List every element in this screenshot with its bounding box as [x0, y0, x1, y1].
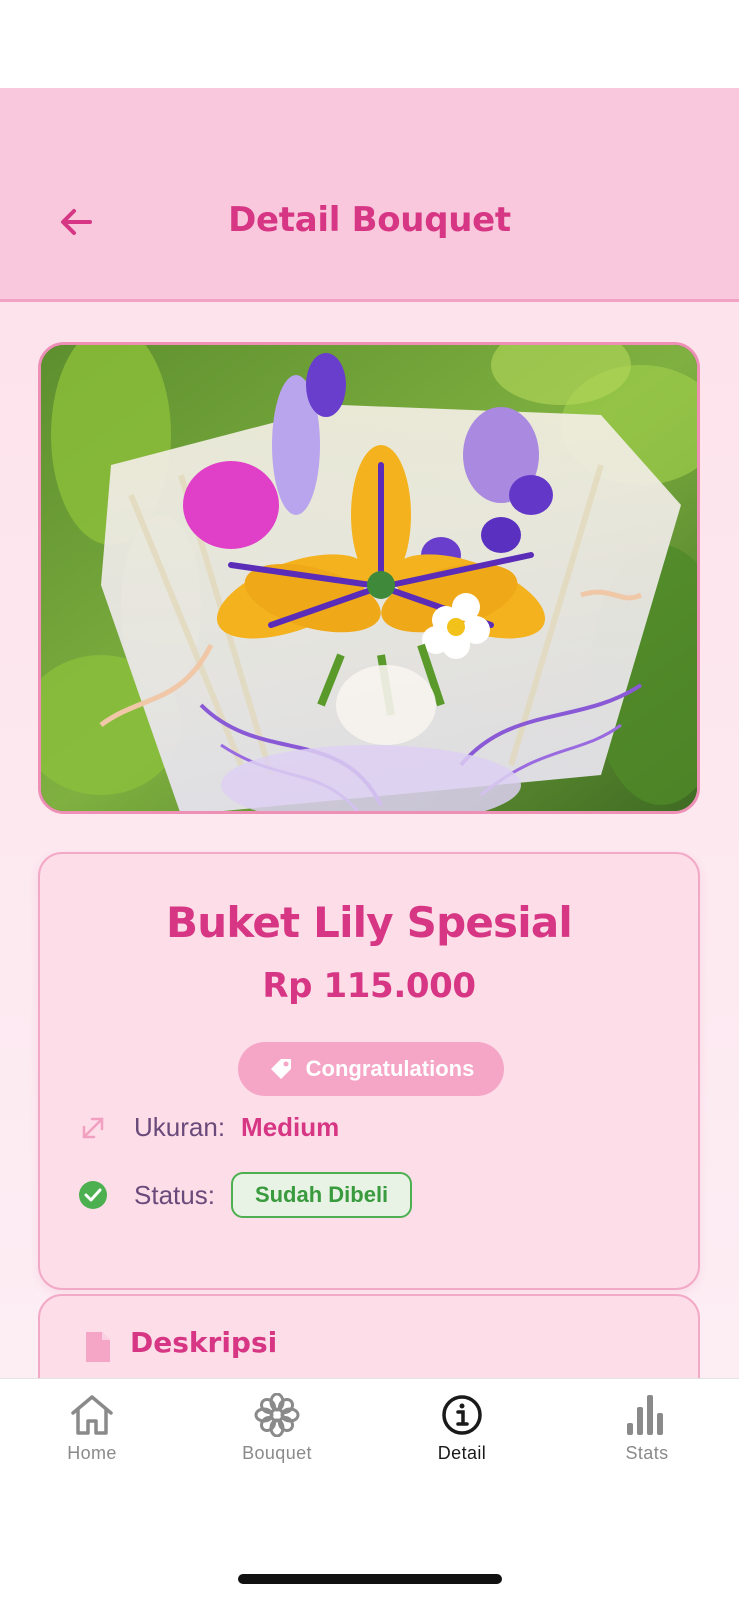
- nav-stats[interactable]: Stats: [572, 1393, 722, 1477]
- detail-content[interactable]: Buket Lily Spesial Rp 115.000 Congratula…: [0, 302, 739, 1378]
- nav-home[interactable]: Home: [17, 1393, 167, 1477]
- description-title: Deskripsi: [130, 1326, 278, 1359]
- nav-stats-label: Stats: [625, 1443, 669, 1463]
- page-title: Detail Bouquet: [228, 200, 511, 240]
- bar-chart-icon: [627, 1395, 663, 1435]
- flower-icon: [254, 1393, 300, 1437]
- home-indicator: [238, 1574, 502, 1584]
- nav-home-label: Home: [67, 1443, 117, 1463]
- nav-detail[interactable]: Detail: [387, 1393, 537, 1477]
- status-bar: [0, 0, 739, 88]
- bouquet-info-card: Buket Lily Spesial Rp 115.000 Congratula…: [38, 852, 700, 1290]
- check-circle-icon: [79, 1181, 107, 1209]
- info-icon: [442, 1395, 482, 1435]
- status-label: Status:: [134, 1179, 215, 1210]
- status-badge: Sudah Dibeli: [230, 1172, 413, 1218]
- category-chip: Congratulations: [238, 1042, 504, 1096]
- document-icon: [86, 1332, 110, 1362]
- nav-bouquet[interactable]: Bouquet: [202, 1393, 352, 1477]
- description-card: Deskripsi: [38, 1294, 700, 1378]
- size-row: Ukuran: Medium: [78, 1112, 339, 1143]
- size-label: Ukuran:: [134, 1112, 226, 1142]
- bouquet-photo: [41, 345, 697, 811]
- size-value: Medium: [241, 1112, 340, 1142]
- category-label: Congratulations: [305, 1056, 475, 1081]
- resize-icon: [82, 1117, 104, 1138]
- status-row: Status: Sudah Dibeli: [78, 1172, 413, 1218]
- bouquet-image: [38, 342, 700, 814]
- bouquet-name: Buket Lily Spesial: [166, 898, 573, 947]
- bottom-navigation: Home Bouquet Detail Stats: [0, 1378, 739, 1600]
- tag-icon: [270, 1059, 291, 1079]
- app-bar: [0, 88, 739, 302]
- home-icon: [71, 1395, 113, 1435]
- nav-bouquet-label: Bouquet: [242, 1443, 312, 1463]
- nav-detail-label: Detail: [437, 1443, 487, 1463]
- bouquet-price: Rp 115.000: [262, 966, 476, 1006]
